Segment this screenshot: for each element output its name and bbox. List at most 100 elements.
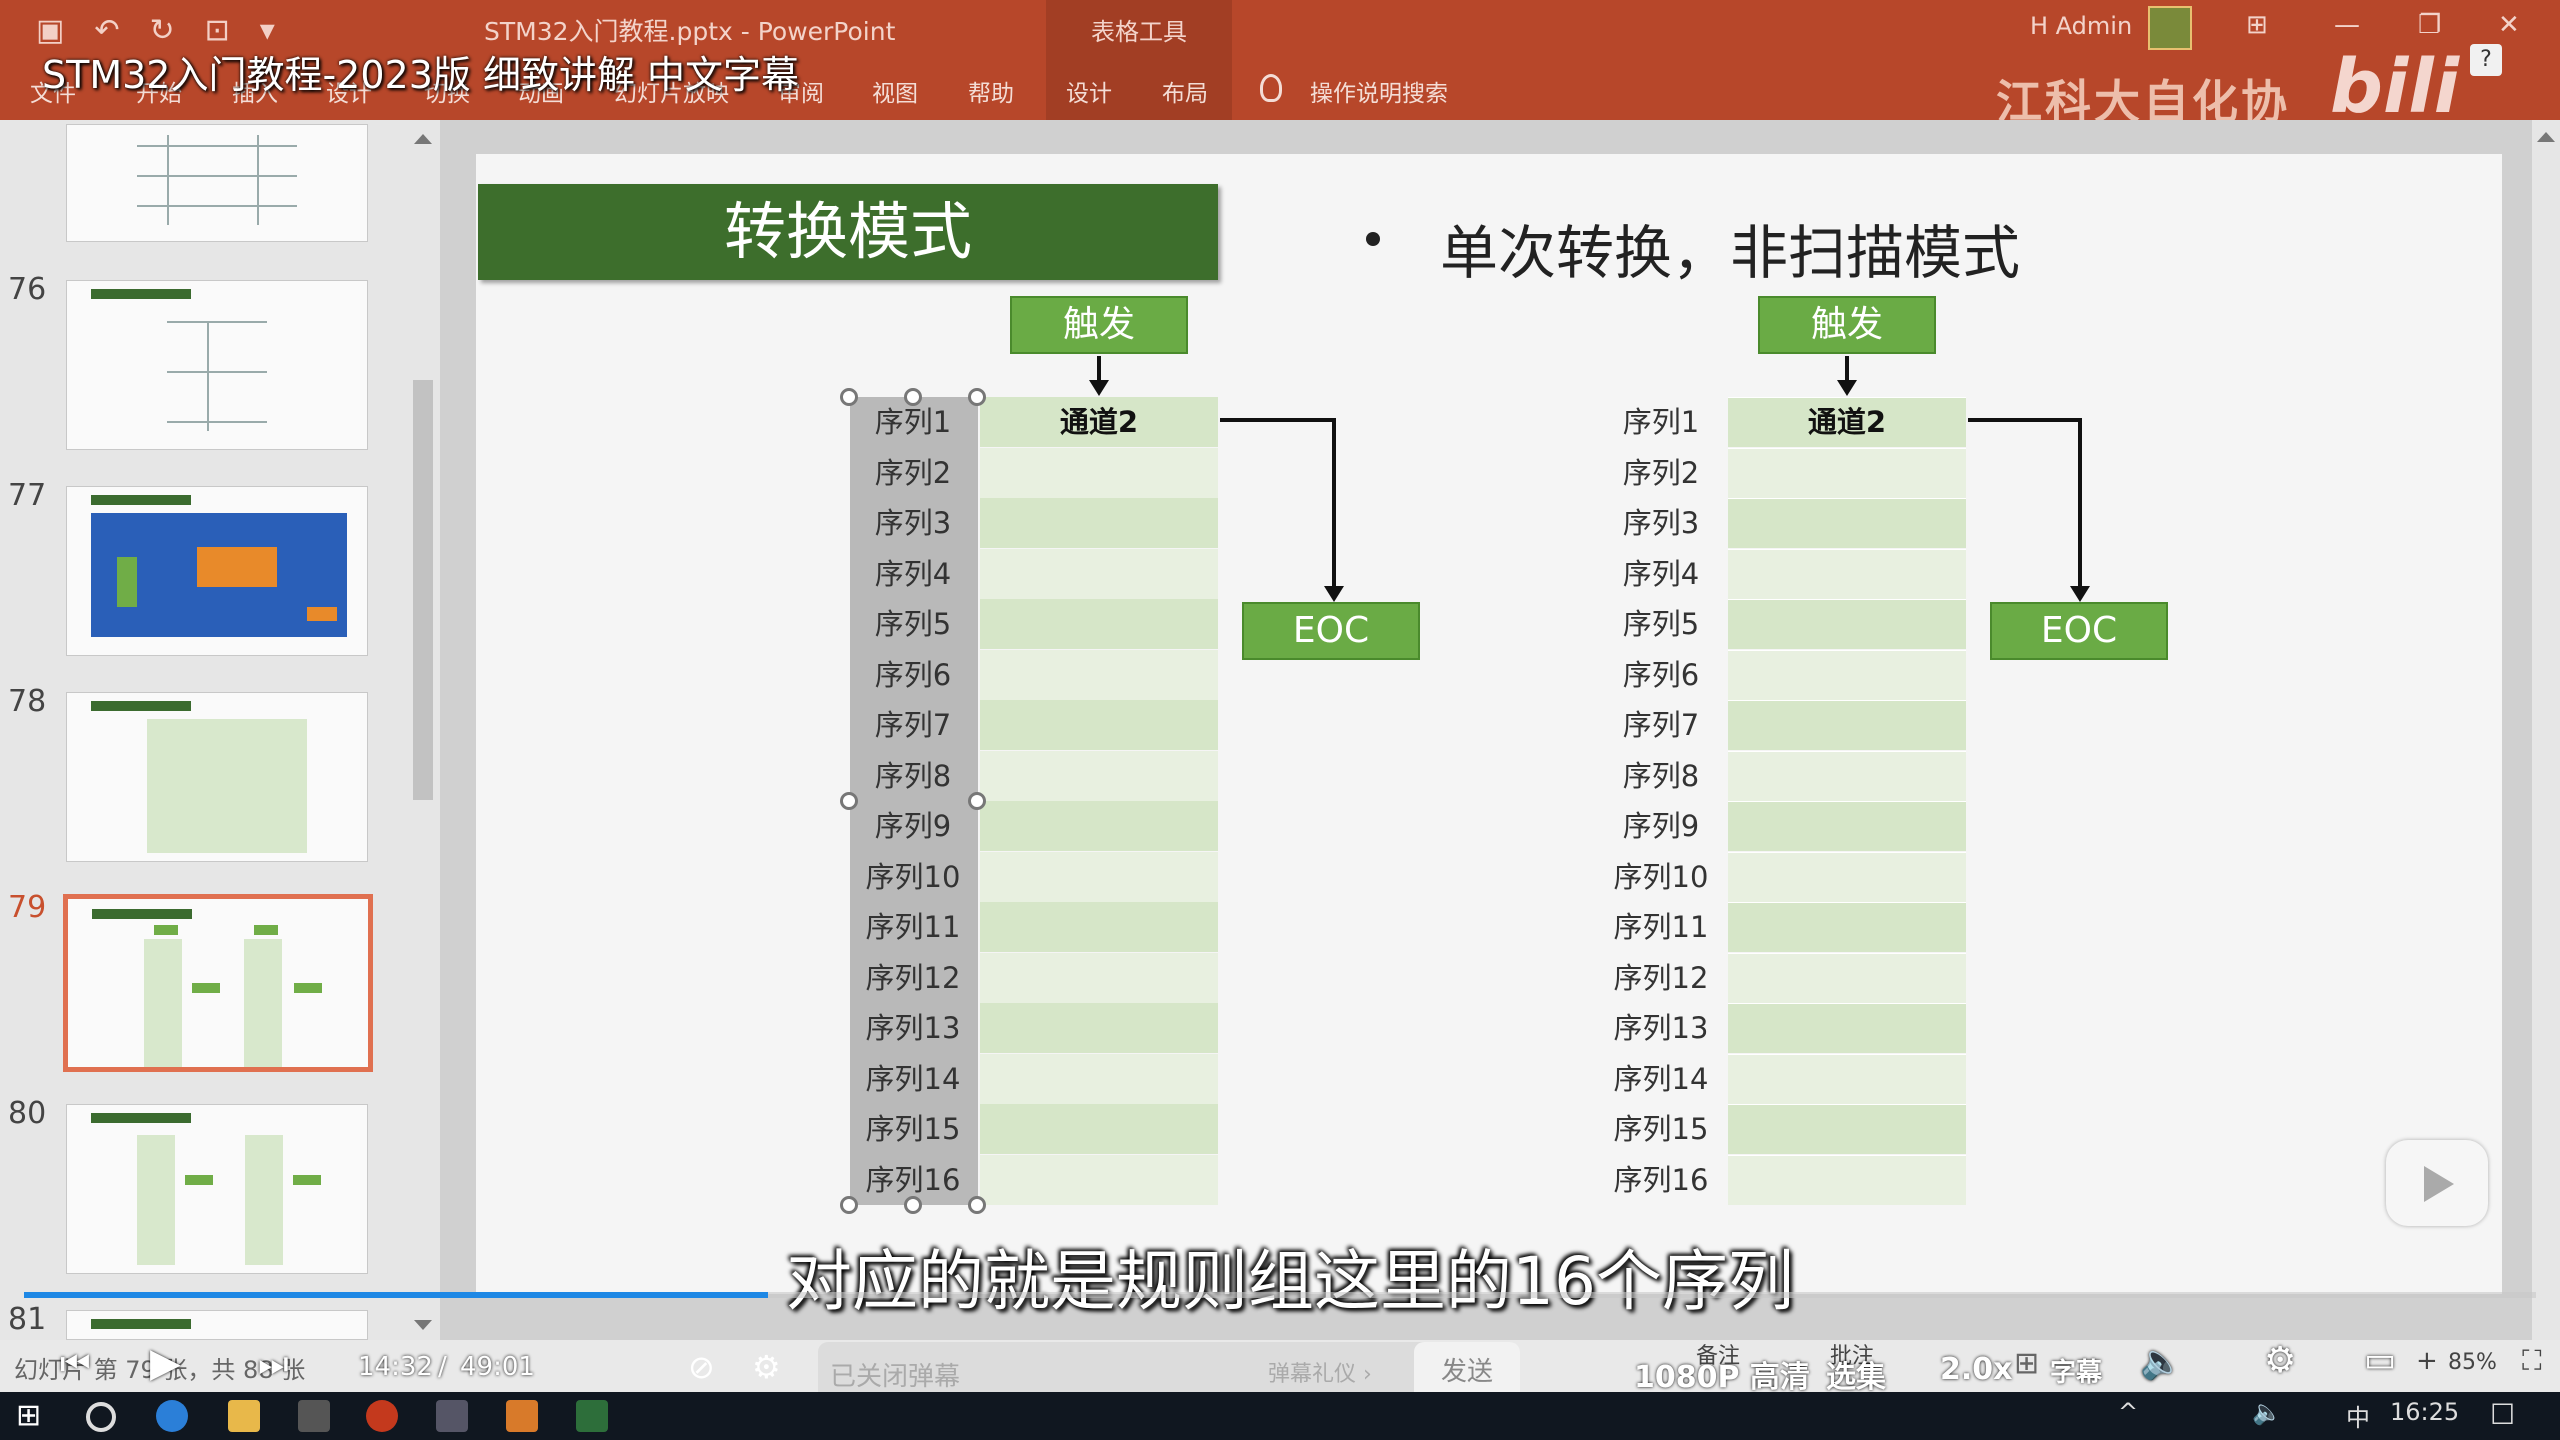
user-name[interactable]: H Admin xyxy=(2030,12,2132,40)
slide-thumbnail[interactable] xyxy=(66,280,368,450)
channel-cell[interactable] xyxy=(1728,649,1966,700)
save-icon[interactable]: ▣ xyxy=(36,14,64,48)
scroll-up-icon[interactable] xyxy=(414,134,432,144)
volume-tray-icon[interactable]: 🔈 xyxy=(2252,1398,2282,1426)
sequence-label[interactable]: 序列6 xyxy=(848,650,978,700)
sequence-label[interactable]: 序列9 xyxy=(848,801,978,851)
notes-button[interactable]: 备注 xyxy=(1696,1338,1740,1370)
sequence-label[interactable]: 序列8 xyxy=(1596,751,1726,801)
powerpoint-icon[interactable] xyxy=(366,1400,398,1432)
sequence-label[interactable]: 序列6 xyxy=(1596,650,1726,700)
pip-icon[interactable]: ▭ xyxy=(2364,1340,2396,1380)
sequence-label[interactable]: 序列8 xyxy=(848,751,978,801)
subtitle-toggle[interactable]: 字幕 xyxy=(2050,1352,2102,1389)
channel-cell[interactable] xyxy=(980,801,1218,851)
eoc-box-left[interactable]: EOC xyxy=(1242,602,1420,660)
eoc-box-right[interactable]: EOC xyxy=(1990,602,2168,660)
channel-cell[interactable] xyxy=(1728,750,1966,801)
sequence-label[interactable]: 序列10 xyxy=(848,852,978,902)
channel-cell[interactable] xyxy=(980,700,1218,750)
slide-thumbnail[interactable] xyxy=(66,124,368,242)
channel-cell[interactable] xyxy=(1728,1104,1966,1154)
thumbnail-scrollbar[interactable] xyxy=(410,124,436,1344)
file-explorer-icon[interactable] xyxy=(228,1400,260,1432)
sequence-label[interactable]: 序列7 xyxy=(1596,700,1726,750)
start-from-beginning-icon[interactable]: ⊡ xyxy=(205,14,230,48)
tab-table-design[interactable]: 设计 xyxy=(1066,74,1112,108)
next-icon[interactable]: ⏭ xyxy=(258,1344,289,1384)
slide-thumbnail[interactable] xyxy=(66,692,368,862)
customize-qat-icon[interactable]: ▾ xyxy=(260,14,275,48)
restore-icon[interactable]: ❐ xyxy=(2418,10,2441,40)
selection-handle[interactable] xyxy=(968,388,986,406)
edge-icon[interactable] xyxy=(156,1400,188,1432)
ribbon-display-options-icon[interactable]: ⊞ xyxy=(2246,10,2268,40)
slide-title[interactable]: 转换模式 xyxy=(478,184,1218,280)
channel-cell[interactable] xyxy=(1728,1154,1966,1205)
channel-cell[interactable] xyxy=(1728,548,1966,599)
channel-cell[interactable] xyxy=(980,952,1218,1003)
photos-icon[interactable] xyxy=(436,1400,468,1432)
channel-cell[interactable] xyxy=(980,1154,1218,1205)
zoom-in-icon[interactable]: + xyxy=(2416,1346,2438,1376)
danmu-etiquette-link[interactable]: 弹幕礼仪 › xyxy=(1268,1356,1372,1388)
volume-icon[interactable]: 🔈 xyxy=(2140,1342,2182,1382)
sequence-label[interactable]: 序列5 xyxy=(1596,599,1726,649)
slide-thumbnail-current[interactable] xyxy=(63,894,373,1072)
fullscreen-icon[interactable]: ⛶ xyxy=(2522,1344,2542,1378)
sequence-label[interactable]: 序列1 xyxy=(1596,397,1726,447)
channel-cell[interactable] xyxy=(1728,902,1966,952)
undo-icon[interactable]: ↶ xyxy=(94,14,119,48)
settings-icon[interactable]: ⚙ xyxy=(2264,1340,2296,1381)
sequence-label[interactable]: 序列12 xyxy=(848,953,978,1003)
scrollbar-thumb[interactable] xyxy=(413,380,433,800)
channel-cell[interactable] xyxy=(1728,1053,1966,1104)
sequence-label[interactable]: 序列12 xyxy=(1596,953,1726,1003)
redo-icon[interactable]: ↻ xyxy=(150,14,175,48)
camera-app-icon[interactable] xyxy=(298,1400,330,1432)
channel-cell[interactable] xyxy=(980,649,1218,700)
channel-cell[interactable] xyxy=(980,851,1218,902)
scroll-up-icon[interactable] xyxy=(2537,132,2555,142)
slide-bullet-text[interactable]: 单次转换，非扫描模式 xyxy=(1440,206,2020,290)
sequence-label[interactable]: 序列14 xyxy=(1596,1054,1726,1104)
sequence-label[interactable]: 序列2 xyxy=(1596,448,1726,498)
app-icon[interactable] xyxy=(506,1400,538,1432)
scroll-down-icon[interactable] xyxy=(414,1320,432,1330)
sequence-label[interactable]: 序列5 xyxy=(848,599,978,649)
sequence-label[interactable]: 序列2 xyxy=(848,448,978,498)
help-icon[interactable]: ? xyxy=(2470,44,2502,76)
channel-cell[interactable] xyxy=(980,599,1218,649)
danmu-toggle-icon[interactable]: ⊘ xyxy=(688,1348,715,1386)
selection-handle[interactable] xyxy=(904,388,922,406)
tab-help[interactable]: 帮助 xyxy=(968,74,1014,108)
close-icon[interactable]: ✕ xyxy=(2498,10,2520,40)
selection-handle[interactable] xyxy=(840,388,858,406)
sequence-label[interactable]: 序列10 xyxy=(1596,852,1726,902)
channel-cell[interactable] xyxy=(1728,952,1966,1003)
tray-chevron-icon[interactable]: ^ xyxy=(2118,1398,2138,1426)
minimize-icon[interactable]: — xyxy=(2334,10,2360,40)
sequence-label[interactable]: 序列3 xyxy=(1596,498,1726,548)
channel-cell[interactable] xyxy=(980,548,1218,599)
speed-selector[interactable]: 2.0x xyxy=(1940,1352,2013,1387)
sequence-label[interactable]: 序列13 xyxy=(848,1003,978,1053)
sequence-label[interactable]: 序列11 xyxy=(1596,902,1726,952)
zoom-level[interactable]: 85% xyxy=(2448,1350,2497,1375)
sequence-label[interactable]: 序列13 xyxy=(1596,1003,1726,1053)
tab-view[interactable]: 视图 xyxy=(872,74,918,108)
sequence-label[interactable]: 序列14 xyxy=(848,1054,978,1104)
sequence-label[interactable]: 序列4 xyxy=(848,549,978,599)
ime-indicator[interactable]: 中 xyxy=(2346,1398,2370,1433)
channel-cell[interactable] xyxy=(1728,700,1966,750)
view-grid-icon[interactable]: ⊞ xyxy=(2014,1346,2039,1381)
channel-cell[interactable] xyxy=(1728,599,1966,649)
tab-table-layout[interactable]: 布局 xyxy=(1162,74,1208,108)
sequence-label[interactable]: 序列15 xyxy=(848,1104,978,1154)
selection-handle[interactable] xyxy=(904,1196,922,1214)
clock[interactable]: 16:25 xyxy=(2390,1398,2459,1426)
slide-thumbnail[interactable] xyxy=(66,486,368,656)
channel-cell[interactable] xyxy=(980,1003,1218,1053)
channel-cell[interactable] xyxy=(1728,498,1966,548)
keil-icon[interactable] xyxy=(576,1400,608,1432)
